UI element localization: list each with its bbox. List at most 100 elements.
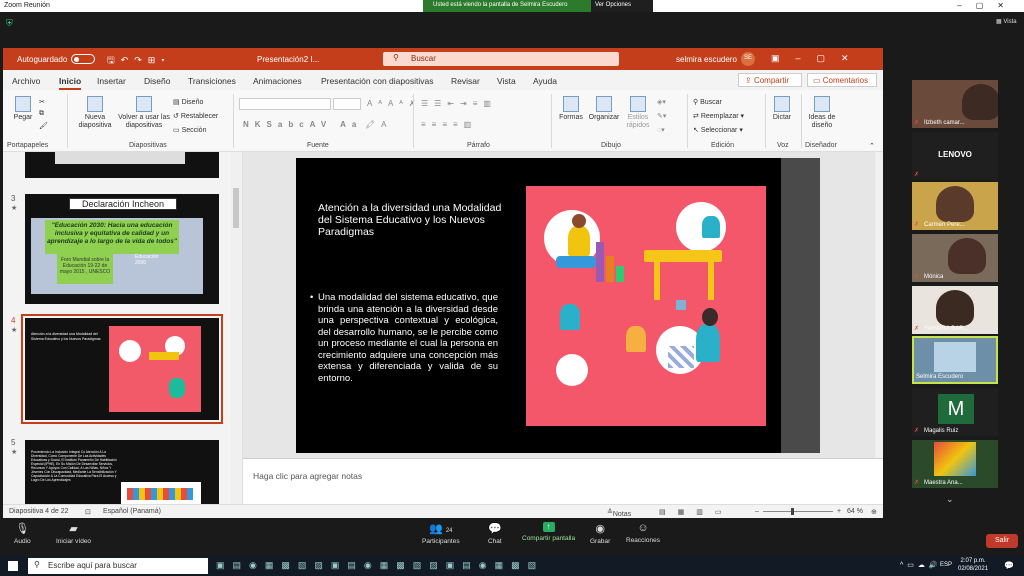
avatar[interactable]: SE [741,52,755,66]
tab-inicio[interactable]: Inicio [59,76,82,90]
share-button[interactable]: ⇪ Compartir [738,73,802,87]
notes-toggle[interactable]: ≙ Notas [607,508,631,518]
chat-button[interactable]: 💬 Chat [488,522,502,545]
shapes-button[interactable]: Formas [557,96,585,122]
copy-icon[interactable]: ⧉ [39,110,44,118]
participant-tile-active[interactable]: Selmira Escudero [912,336,998,384]
taskbar-clock[interactable]: 2:07 p.m. 02/08/2021 [958,557,988,573]
scrollbar-thumb[interactable] [233,188,239,228]
shape-fill-icon[interactable]: ◈▾ [657,98,666,106]
accessibility-icon[interactable]: ⊡ [85,508,91,516]
participant-tile[interactable]: LENOVO ✗ [912,132,998,180]
participant-tile[interactable]: ✗ Carmen Pere... [912,182,998,230]
leave-button[interactable]: Salir [986,534,1018,548]
cut-icon[interactable]: ✂ [39,98,45,106]
document-name[interactable]: Presentación2 I... [257,55,319,64]
user-name[interactable]: selmira escudero [676,55,737,64]
slide-title[interactable]: Atención a la diversidad una Modalidad d… [318,202,508,238]
arrange-button[interactable]: Organizar [587,96,621,122]
autosave-toggle[interactable] [71,54,95,64]
tab-archivo[interactable]: Archivo [12,76,40,86]
tab-presentacion[interactable]: Presentación con diapositivas [321,76,433,86]
audio-button[interactable]: 🎙 Audio [14,522,31,545]
dictate-button[interactable]: Dictar [769,96,795,122]
find-button[interactable]: ⚲ Buscar [693,98,722,106]
shape-outline-icon[interactable]: ✎▾ [657,112,666,120]
tab-insertar[interactable]: Insertar [97,76,126,86]
tab-vista[interactable]: Vista [497,76,516,86]
thumbnails-scrollbar[interactable] [231,152,241,504]
zoom-percentage[interactable]: 64 % [847,508,863,515]
view-buttons[interactable]: ▤▦▥▭ [659,508,733,516]
reset-button[interactable]: ↺ Restablecer [173,112,218,120]
new-slide-button[interactable]: Nueva diapositiva [75,96,115,130]
select-button[interactable]: ↖ Seleccionar ▾ [693,126,743,134]
windows-start-icon[interactable] [8,561,18,571]
section-button[interactable]: ▭ Sección [173,126,206,134]
quick-access-toolbar[interactable]: 🖫↶↷⊞▾ [107,53,171,69]
sharing-banner: Usted está viendo la pantalla de Selmira… [423,0,653,12]
collapse-ribbon-icon[interactable]: ⌃ [869,142,875,150]
comments-button[interactable]: ▭ Comentarios [807,73,877,87]
participant-tile[interactable]: ✗ Ilzbeth camar... [912,80,998,128]
fit-to-window-icon[interactable]: ⊕ [871,508,877,516]
share-screen-button[interactable]: ↑ Compartir pantalla [522,522,575,542]
layout-button[interactable]: ▤ Diseño [173,98,203,106]
shape-effects-icon[interactable]: ◌▾ [657,126,665,134]
font-size-field[interactable] [333,98,361,110]
font-name-field[interactable] [239,98,331,110]
font-format-buttons[interactable]: NKSabcAV Aa [243,120,362,129]
system-tray[interactable]: ^▭☁🔊 [900,561,942,569]
search-box[interactable]: ⚲ Buscar [383,52,619,66]
designer-button[interactable]: Ideas de diseño [805,96,839,130]
divider [413,94,414,148]
align-buttons[interactable]: ≡≡≡≡▥ [421,120,477,129]
font-color-buttons[interactable]: 🖍A [365,120,393,129]
thumbnail-slide-3[interactable]: Declaración Incheon "Educación 2030: Hac… [25,194,219,304]
participant-tile[interactable]: M ✗ Magalis Ruiz [912,388,998,436]
language-indicator[interactable]: Español (Panamá) [103,508,161,515]
shield-icon[interactable]: ⛨ [6,18,13,29]
chevron-down-icon[interactable]: ⌄ [946,494,954,505]
tab-revisar[interactable]: Revisar [451,76,480,86]
thumbnail-slide-2[interactable] [25,152,219,178]
participant-tile[interactable]: ✗ Maestra Ana... [912,440,998,488]
taskbar-app-icons[interactable]: ▣▤◉▦▩▧▨▣▤◉▦▩▧▨▣▤◉▦▩▧ [216,560,544,571]
reuse-slides-button[interactable]: Volver a usar las diapositivas [117,96,171,130]
start-video-button[interactable]: ▰ Iniciar vídeo [56,522,91,545]
format-painter-icon[interactable]: 🖌 [39,122,48,130]
slide-illustration[interactable] [526,186,766,426]
quick-styles-button[interactable]: Estilos rápidos [623,96,653,130]
view-options-button[interactable]: Ver Opciones [591,0,653,12]
zoom-in-button[interactable]: + [837,508,841,515]
record-button[interactable]: ◉ Grabar [590,522,610,545]
ppt-window-controls[interactable]: ▣–▢✕ [771,53,865,64]
tab-diseno[interactable]: Diseño [144,76,170,86]
zoom-slider[interactable] [763,508,833,515]
arrange-icon [596,96,612,112]
paste-button[interactable]: Pegar [11,96,35,122]
slide-body-text[interactable]: • Una modalidad del sistema educativo, q… [310,292,498,384]
thumbnail-slide-5[interactable]: Proveniendo La Inclusión Integral Co Ate… [25,440,219,504]
taskbar-search[interactable]: ⚲ Escribe aquí para buscar [28,558,208,574]
replace-button[interactable]: ⇄ Reemplazar ▾ [693,112,744,120]
participant-tile[interactable]: ✗ Mónica [912,234,998,282]
window-controls[interactable]: –▢✕ [957,1,1018,10]
list-buttons[interactable]: ☰☰⇤⇥≡▥ [421,99,497,108]
tab-transiciones[interactable]: Transiciones [188,76,236,86]
group-label-paragraph: Párrafo [467,142,490,149]
notes-pane[interactable]: Haga clic para agregar notas [243,458,883,504]
reactions-button[interactable]: ☺ Reacciones [626,522,660,544]
participant-tile[interactable]: ✗ YAHAIRA BAR... [912,286,998,334]
notification-icon[interactable]: 💬 [1004,561,1014,570]
zoom-out-button[interactable]: – [755,508,759,515]
participants-button[interactable]: 👥 24 Participantes [422,522,460,545]
tab-ayuda[interactable]: Ayuda [533,76,557,86]
thumbnail-slide-4[interactable]: Atención a la diversidad una Modalidad d… [21,314,223,424]
tab-animaciones[interactable]: Animaciones [253,76,302,86]
language-indicator[interactable]: ESP [940,562,952,568]
view-button[interactable]: ▦ Vista [996,18,1017,25]
editor-scrollbar[interactable] [875,152,883,458]
current-slide[interactable]: Atención a la diversidad una Modalidad d… [296,158,820,453]
group-label-editing: Edición [711,142,734,149]
